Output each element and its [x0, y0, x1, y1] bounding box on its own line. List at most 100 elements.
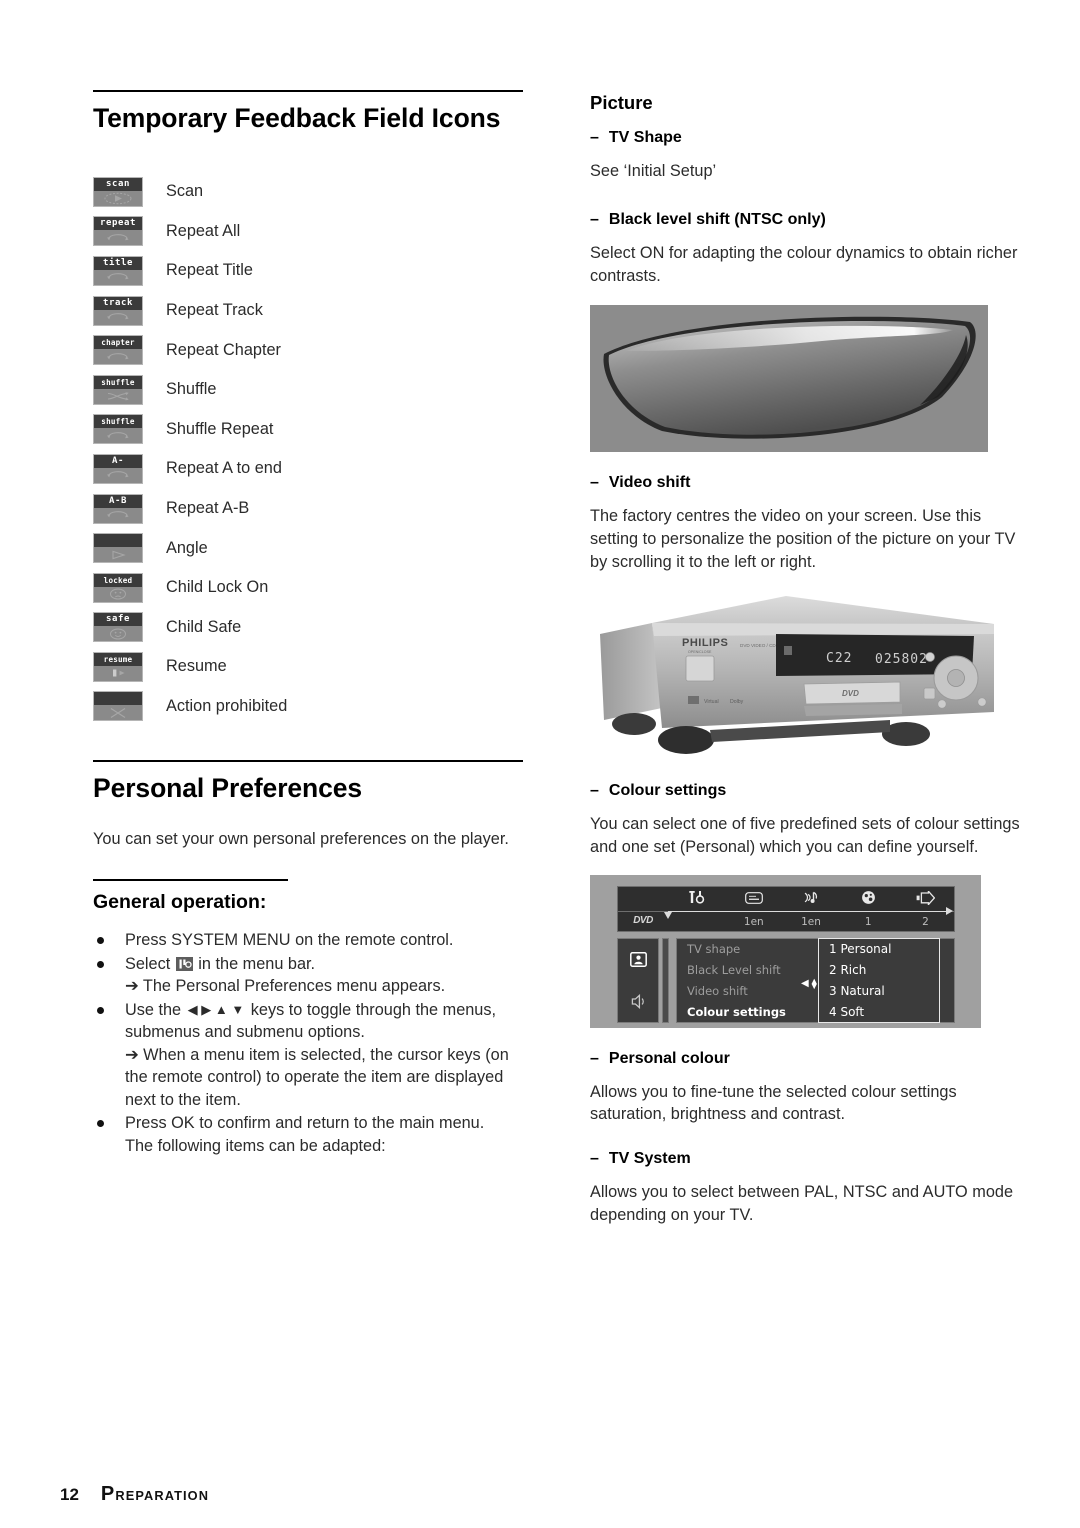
list-item: chapter Repeat Chapter — [93, 330, 523, 370]
picture-person-icon[interactable] — [618, 939, 658, 981]
audio-icon[interactable] — [782, 891, 839, 906]
shuffle-repeat-icon-caption: shuffle — [94, 415, 142, 429]
repeat-loop-icon — [94, 428, 142, 443]
list-item: shuffle Shuffle — [93, 370, 523, 410]
repeat-a-b-osd-icon: A-B — [93, 493, 143, 524]
list-item: locked Child Lock On — [93, 568, 523, 608]
angle-icon-caption — [94, 534, 142, 548]
tools-icon[interactable] — [668, 890, 725, 907]
dvd-player-figure: PHILIPS DVD VIDEO / CD PLAYER OPEN/CLOSE… — [590, 587, 1002, 760]
list-item-label: Repeat A to end — [166, 459, 282, 478]
output-icon[interactable] — [897, 888, 954, 907]
prohibited-icon-caption — [94, 692, 142, 706]
video-shift-heading: – Video shift — [590, 474, 1020, 492]
list-item-label: Scan — [166, 182, 204, 201]
child-lock-on-osd-icon: locked — [93, 572, 143, 603]
tv-system-heading-label: TV System — [608, 1150, 691, 1168]
list-item-label: Child Safe — [166, 617, 242, 636]
locked-icon-caption: locked — [94, 573, 142, 587]
osd-value-personal[interactable]: 1 Personal — [819, 939, 939, 960]
list-item: Select in the menu bar. ➔ The Personal P… — [93, 953, 523, 998]
sad-face-icon — [94, 587, 142, 602]
svg-text:DVD: DVD — [842, 689, 859, 698]
step-sub-note: ➔ The Personal Preferences menu appears. — [125, 977, 446, 996]
osd-cursor-hint-icons: ◀ ▲ ▼ — [801, 975, 819, 991]
dash-marker: – — [590, 1049, 599, 1067]
disc-type-dvd-icon: DVD — [633, 914, 653, 926]
action-prohibited-osd-icon — [93, 691, 143, 722]
general-operation-steps: Press SYSTEM MENU on the remote control.… — [93, 929, 523, 1157]
osd-value-rich[interactable]: 2 Rich — [819, 960, 939, 981]
black-level-shift-heading: – Black level shift (NTSC only) — [590, 211, 1020, 229]
list-item-label: Action prohibited — [166, 696, 288, 715]
repeat-title-osd-icon: title — [93, 255, 143, 286]
menubar-value-4: 2 — [922, 915, 929, 928]
cursor-keys-icons: ◀ ▶ ▲ ▼ — [187, 1001, 245, 1017]
arrow-left-icon: ◀ — [801, 977, 809, 989]
shuffle-icon-caption: shuffle — [94, 375, 142, 389]
list-item: resume Resume — [93, 647, 523, 687]
list-item-label: Resume — [166, 657, 227, 676]
list-item-label: Child Lock On — [166, 578, 269, 597]
personal-colour-heading-label: Personal colour — [608, 1049, 730, 1067]
repeat-all-osd-icon: repeat — [93, 216, 143, 247]
osd-side-panel — [617, 937, 659, 1023]
list-item: repeat Repeat All — [93, 212, 523, 252]
general-operation-title: General operation: — [93, 891, 267, 914]
personal-colour-body: Allows you to fine-tune the selected col… — [590, 1082, 957, 1124]
osd-scrollbar[interactable] — [662, 937, 669, 1023]
sound-speaker-icon[interactable] — [618, 981, 658, 1023]
colour-settings-body: You can select one of five predefined se… — [590, 814, 1020, 856]
personal-preferences-heading-block: Personal Preferences — [93, 760, 523, 806]
osd-value-soft[interactable]: 4 Soft — [819, 1002, 939, 1023]
tv-screen-shape-figure — [590, 305, 988, 453]
menubar-value-1: 1en — [743, 915, 764, 928]
repeat-track-osd-icon: track — [93, 295, 143, 326]
repeat-a-to-end-osd-icon: A- — [93, 453, 143, 484]
philips-dvd-player-photo: PHILIPS DVD VIDEO / CD PLAYER OPEN/CLOSE… — [590, 587, 1002, 760]
video-shift-body: The factory centres the video on your sc… — [590, 507, 1016, 572]
arrow-updown-icon: ▲ ▼ — [809, 975, 819, 991]
svg-text:C22: C22 — [826, 651, 852, 666]
list-item: Press OK to confirm and return to the ma… — [93, 1112, 523, 1157]
menubar-value-2: 1en — [801, 915, 821, 928]
list-item-label: Angle — [166, 538, 208, 557]
chapter-icon-caption: chapter — [94, 336, 142, 350]
menubar-arrow-line — [668, 910, 950, 912]
menubar-arrow-down-icon — [664, 911, 672, 919]
tv-system-body: Allows you to select between PAL, NTSC a… — [590, 1183, 1014, 1224]
track-icon-caption: track — [94, 296, 142, 310]
resume-osd-icon: resume — [93, 651, 143, 682]
video-shift-heading-label: Video shift — [608, 474, 691, 492]
scan-icon-caption: scan — [94, 177, 142, 191]
bullet-dot-icon — [97, 1120, 104, 1128]
scan-osd-icon: scan — [93, 176, 143, 207]
child-safe-osd-icon: safe — [93, 612, 143, 643]
repeat-loop-icon — [94, 508, 142, 523]
safe-icon-caption: safe — [94, 613, 142, 627]
step-text-after: in the menu bar. — [193, 954, 316, 973]
list-item: shuffle Shuffle Repeat — [93, 410, 523, 450]
list-item: A-B Repeat A-B — [93, 489, 523, 529]
colour-settings-heading-label: Colour settings — [608, 781, 727, 799]
list-item: title Repeat Title — [93, 251, 523, 291]
repeat-icon-caption: repeat — [94, 217, 142, 231]
osd-menu-figure: 1en 1en 1 2 DVD TV shape Black Level shi… — [590, 874, 981, 1028]
shuffle-repeat-osd-icon: shuffle — [93, 414, 143, 445]
language-globe-icon[interactable] — [840, 890, 897, 907]
personal-colour-heading: – Personal colour — [590, 1050, 1020, 1068]
footer-section-label: PREPARATION — [101, 1483, 209, 1506]
list-item: scan Scan — [93, 172, 523, 212]
dash-marker: – — [590, 781, 599, 799]
cross-prohibited-icon — [94, 705, 142, 720]
svg-text:Virtual: Virtual — [704, 699, 719, 705]
subtitle-icon[interactable] — [725, 891, 782, 906]
resume-icon-caption: resume — [94, 652, 142, 666]
personal-preferences-intro: You can set your own personal preference… — [93, 830, 509, 849]
angle-osd-icon — [93, 533, 143, 564]
repeat-loop-icon — [94, 230, 142, 245]
page-footer: 12 PREPARATION — [60, 1483, 209, 1506]
black-level-shift-heading-label: Black level shift (NTSC only) — [608, 210, 826, 228]
osd-value-natural[interactable]: 3 Natural — [819, 981, 939, 1002]
list-item-label: Repeat Chapter — [166, 340, 281, 359]
